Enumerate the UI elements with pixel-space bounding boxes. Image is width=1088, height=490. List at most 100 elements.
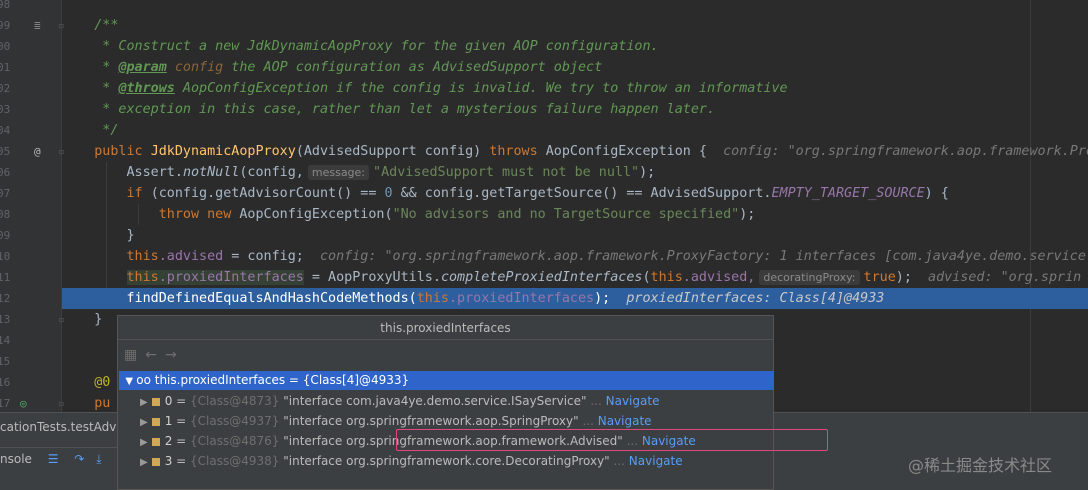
- expr: && config.getTargetSource() == AdvisedSu…: [392, 186, 772, 201]
- tree-root-label: this.proxiedInterfaces = {Class[4]@4933}: [154, 373, 410, 387]
- punct: );: [739, 207, 756, 222]
- line-number: 04: [0, 124, 11, 137]
- object-ref: {Class@4876}: [190, 434, 280, 448]
- method-call: completeProxiedInterfaces: [440, 270, 643, 285]
- console-tab[interactable]: nsole: [0, 452, 32, 466]
- menu-icon[interactable]: ☰: [48, 452, 59, 466]
- field-icon: [151, 457, 160, 466]
- chevron-right-icon[interactable]: ▶: [140, 397, 148, 408]
- doc-open: /**: [94, 18, 119, 33]
- debug-toolbar: nsole ☰ ↷ ⤓: [0, 447, 120, 469]
- watermark: @稀土掘金技术社区: [908, 456, 1053, 475]
- object-icon[interactable]: ▦: [124, 347, 137, 363]
- code-line: * @throws AopConfigException if the conf…: [62, 78, 1088, 99]
- parameter-hint: message:: [307, 165, 370, 180]
- tree-row[interactable]: ▶ 3 = {Class@4938} "interface org.springf…: [140, 451, 683, 471]
- annotation: @0: [94, 375, 111, 390]
- step-into-icon[interactable]: ⤓: [96, 452, 101, 466]
- doc-text: the AOP configuration as AdvisedSupport …: [223, 60, 603, 75]
- doc-param-name: config: [166, 60, 224, 75]
- params: (AdvisedSupport config): [295, 144, 490, 159]
- field-icon: [151, 417, 160, 426]
- line-number: 14: [0, 334, 11, 347]
- doc-tag: @param: [118, 60, 167, 75]
- run-config-tab[interactable]: cationTests.testAdvis: [0, 415, 126, 439]
- tree-root-selected[interactable]: ▼ oo this.proxiedInterfaces = {Class[4]@…: [119, 371, 774, 390]
- punct: ) {: [924, 186, 949, 201]
- line-number: 16: [0, 376, 11, 389]
- expr: (config.getAdvisorCount() ==: [150, 186, 385, 201]
- number-literal: 0: [384, 186, 393, 201]
- line-number: 05: [0, 145, 11, 158]
- tree-row[interactable]: ▶ 0 = {Class@4873} "interface com.java4ye…: [140, 391, 659, 411]
- object-ref: {Class@4938}: [190, 454, 280, 468]
- keyword: if: [126, 186, 151, 201]
- doc-line: * Construct a new JdkDynamicAopProxy for…: [94, 39, 659, 54]
- variable-inspector-popup: this.proxiedInterfaces ▦ ← → ▼ oo this.p…: [117, 315, 828, 490]
- doc-close: */: [94, 123, 119, 138]
- string-literal: "No advisors and no TargetSource specifi…: [392, 207, 740, 222]
- row-value: "interface org.springframework.aop.Sprin…: [283, 414, 579, 428]
- doc-star: *: [94, 81, 119, 96]
- run-icon[interactable]: ◎: [20, 393, 27, 414]
- doc-comment-icon[interactable]: ≣: [34, 15, 41, 36]
- line-number: 15: [0, 355, 11, 368]
- keyword: throws: [489, 144, 546, 159]
- chevron-down-icon[interactable]: ▼: [119, 376, 136, 387]
- class-ref: Assert.: [126, 165, 183, 180]
- inline-value-hint: advised: "org.sprin: [928, 270, 1082, 285]
- code-line: */: [62, 120, 1088, 141]
- code-line: public JdkDynamicAopProxy(AdvisedSupport…: [62, 141, 1088, 162]
- line-number: 12: [0, 292, 11, 305]
- args: (config,: [239, 165, 304, 180]
- code-line: this.proxiedInterfaces = AopProxyUtils.c…: [62, 267, 1088, 288]
- row-value: "interface com.java4ye.demo.service.ISay…: [283, 394, 587, 408]
- line-number: 08: [0, 208, 11, 221]
- method-call: findDefinedEqualsAndHashCodeMethods(: [126, 291, 417, 306]
- string-literal: "AdvisedSupport must not be null": [373, 165, 640, 180]
- punct: );: [895, 270, 929, 285]
- doc-text: AopConfigException if the config is inva…: [174, 81, 788, 96]
- current-execution-line[interactable]: findDefinedEqualsAndHashCodeMethods(this…: [62, 288, 1088, 309]
- punct: );: [594, 291, 627, 306]
- code-line: * Construct a new JdkDynamicAopProxy for…: [62, 36, 1088, 57]
- keyword: this: [650, 270, 683, 285]
- watch-glasses-icon: oo: [136, 373, 155, 387]
- brace: }: [94, 312, 103, 327]
- annotation-icon[interactable]: @: [34, 141, 41, 162]
- keyword: throw new: [158, 207, 240, 222]
- punct: (: [642, 270, 651, 285]
- navigate-link[interactable]: Navigate: [606, 394, 660, 408]
- inline-value-hint: proxiedInterfaces: Class[4]@4933: [626, 291, 885, 306]
- chevron-right-icon[interactable]: ▶: [140, 437, 148, 448]
- object-ref: {Class@4937}: [190, 414, 280, 428]
- line-number: 98: [0, 0, 11, 11]
- method-call: notNull: [182, 165, 240, 180]
- doc-line: * exception in this case, rather than le…: [94, 102, 716, 117]
- popup-toolbar: ▦ ← →: [118, 340, 773, 370]
- back-arrow-icon[interactable]: ←: [145, 347, 157, 363]
- forward-arrow-icon[interactable]: →: [165, 347, 177, 363]
- chevron-right-icon[interactable]: ▶: [140, 417, 148, 428]
- brace: }: [126, 228, 135, 243]
- code-line: /**: [62, 15, 1088, 36]
- line-number: 02: [0, 82, 11, 95]
- keyword: this: [416, 291, 449, 306]
- line-number: 06: [0, 166, 11, 179]
- navigate-link[interactable]: Navigate: [629, 454, 683, 468]
- code-line: if (config.getAdvisorCount() == 0 && con…: [62, 183, 1088, 204]
- line-number: 10: [0, 250, 11, 263]
- line-number: 11: [0, 271, 11, 284]
- keyword: true: [863, 270, 896, 285]
- chevron-right-icon[interactable]: ▶: [140, 457, 148, 468]
- tree-row[interactable]: ▶ 1 = {Class@4937} "interface org.springf…: [140, 411, 652, 431]
- code-line: * exception in this case, rather than le…: [62, 99, 1088, 120]
- keyword: public: [94, 144, 151, 159]
- navigate-link[interactable]: Navigate: [598, 414, 652, 428]
- line-number: 03: [0, 103, 11, 116]
- object-ref: {Class@4873}: [190, 394, 280, 408]
- field: .proxiedInterfaces: [448, 291, 595, 306]
- step-over-icon[interactable]: ↷: [74, 452, 84, 466]
- popup-title: this.proxiedInterfaces: [118, 316, 773, 340]
- line-number: 13: [0, 313, 11, 326]
